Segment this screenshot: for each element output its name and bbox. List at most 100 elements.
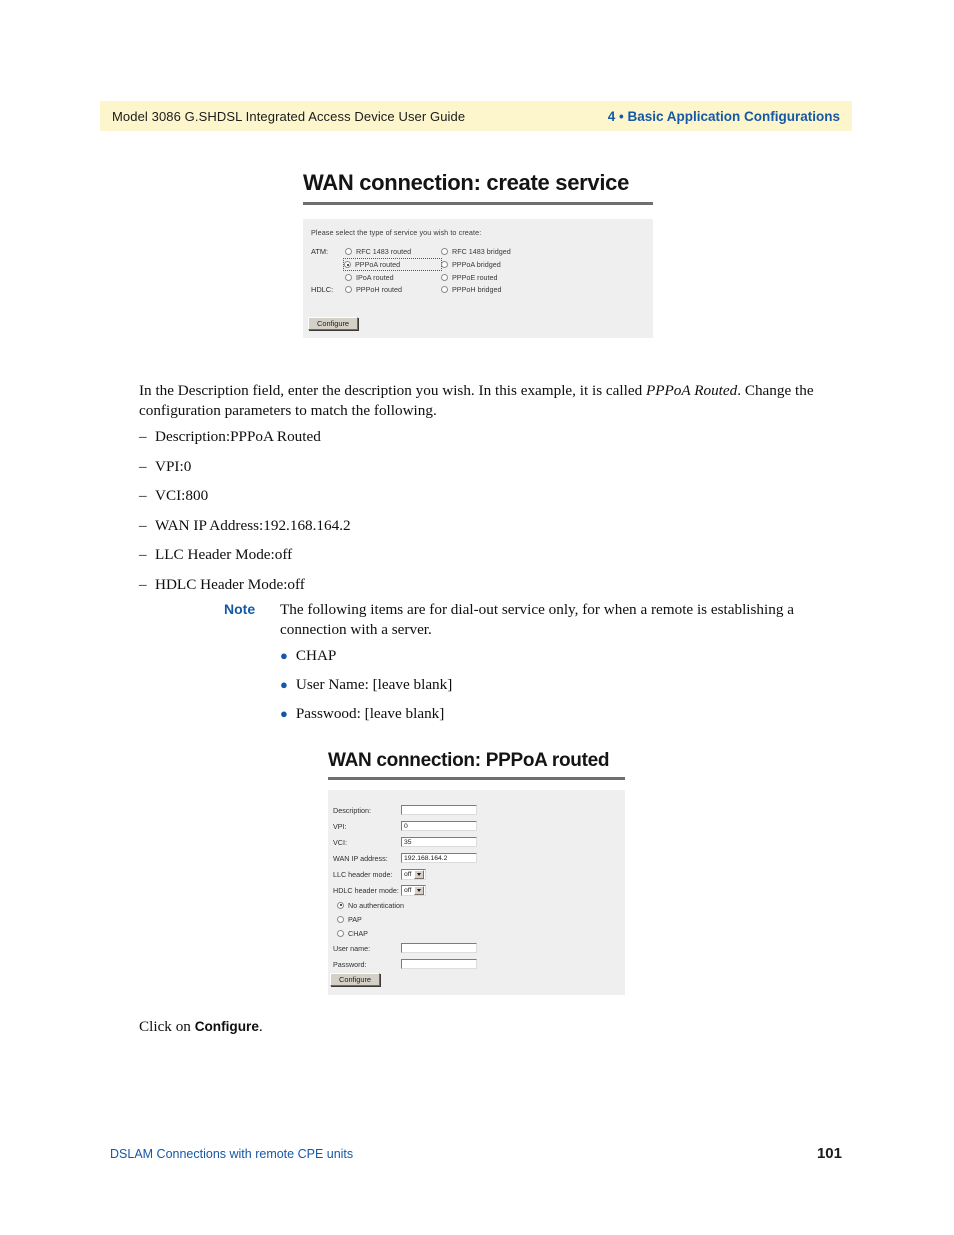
chevron-down-icon[interactable]: [414, 869, 425, 879]
radio-option-rfc1483-bridged[interactable]: RFC 1483 bridged: [441, 247, 537, 256]
figure-wan-pppoa-routed: WAN connection: PPPoA routed Description…: [328, 750, 625, 995]
paragraph-description-instructions: In the Description field, enter the desc…: [139, 381, 819, 420]
radio-label: PPPoH routed: [356, 285, 402, 294]
radio-label: PPPoA routed: [355, 260, 401, 269]
list-item-label: LLC Header Mode:off: [155, 546, 293, 563]
radio-label: PPPoH bridged: [452, 285, 502, 294]
radio-option-pppoh-routed[interactable]: PPPoH routed: [345, 285, 441, 294]
configure-button[interactable]: Configure: [330, 973, 381, 987]
radio-option-pap[interactable]: PAP: [333, 912, 625, 926]
radio-option-chap[interactable]: CHAP: [333, 926, 625, 940]
paragraph-click-configure: Click on Configure.: [139, 1017, 539, 1037]
figure-title-pppoa-routed: WAN connection: PPPoA routed: [328, 750, 610, 771]
form-row-description: Description:: [333, 802, 625, 818]
radio-icon[interactable]: [337, 901, 344, 909]
dash-marker: –: [139, 516, 147, 534]
configure-button[interactable]: Configure: [308, 317, 359, 331]
footer-page-number: 101: [816, 1145, 842, 1162]
radio-option-ipoa-routed[interactable]: IPoA routed: [345, 273, 441, 282]
field-label-description: Description:: [333, 805, 371, 815]
note-bullet-label: Passwood: [leave blank]: [295, 705, 445, 722]
radio-label: PAP: [348, 914, 362, 924]
note-bullet-list: ● CHAP ● User Name: [leave blank] ● Pass…: [224, 647, 814, 723]
radio-option-no-authentication[interactable]: No authentication: [333, 898, 625, 912]
footer-section-title: DSLAM Connections with remote CPE units: [110, 1147, 354, 1161]
radio-icon[interactable]: [441, 261, 448, 268]
radio-icon[interactable]: [345, 248, 352, 255]
click-text-bold: Configure: [194, 1019, 259, 1034]
dash-marker: –: [139, 546, 147, 563]
note-bullet-label: CHAP: [295, 647, 337, 664]
radio-option-pppoe-routed[interactable]: PPPoE routed: [441, 273, 537, 282]
create-service-button-wrap: Configure: [308, 313, 359, 331]
vpi-input[interactable]: 0: [401, 821, 477, 831]
radio-icon[interactable]: [344, 261, 351, 268]
page-footer: DSLAM Connections with remote CPE units …: [110, 1145, 842, 1162]
llc-header-mode-select[interactable]: off: [401, 868, 427, 880]
radio-option-pppoa-routed[interactable]: PPPoA routed: [343, 258, 442, 271]
note-callout: Note The following items are for dial-ou…: [224, 600, 814, 734]
note-bullet-item: ● User Name: [leave blank]: [280, 676, 814, 694]
figure-title-create-service: WAN connection: create service: [303, 170, 630, 195]
note-body-text: The following items are for dial-out ser…: [280, 601, 794, 638]
radio-label: PPPoA bridged: [452, 260, 501, 269]
field-label-password: Password:: [333, 959, 367, 969]
para-intro-emphasis: PPPoA Routed: [645, 382, 738, 399]
radio-label: IPoA routed: [356, 273, 394, 282]
field-label-hdlc-header-mode: HDLC header mode:: [333, 885, 399, 895]
list-item-label: HDLC Header Mode:off: [155, 575, 305, 593]
radio-icon[interactable]: [337, 929, 344, 937]
figure-wan-create-service: WAN connection: create service Please se…: [303, 170, 653, 338]
list-item: – VPI:0: [139, 458, 799, 476]
radio-icon[interactable]: [345, 286, 352, 293]
form-row-vpi: VPI: 0: [333, 818, 625, 834]
password-input[interactable]: [401, 959, 477, 969]
configuration-parameter-list: – Description:PPPoA Routed – VPI:0 – VCI:80…: [139, 428, 799, 605]
form-row-wan-ip: WAN IP address: 192.168.164.2: [333, 850, 625, 866]
form-row-vci: VCI: 35: [333, 834, 625, 850]
radio-icon[interactable]: [441, 248, 448, 255]
select-value: off: [404, 886, 412, 894]
radio-icon[interactable]: [345, 274, 352, 281]
list-item: – LLC Header Mode:off: [139, 546, 799, 564]
list-item-label: WAN IP Address:192.168.164.2: [155, 516, 351, 534]
radio-icon[interactable]: [441, 286, 448, 293]
radio-label: No authentication: [348, 900, 404, 910]
radio-icon[interactable]: [337, 915, 344, 923]
list-item-label: VCI:800: [155, 487, 209, 504]
radio-label: RFC 1483 routed: [356, 247, 412, 256]
wan-ip-address-input[interactable]: 192.168.164.2: [401, 853, 477, 863]
vci-input[interactable]: 35: [401, 837, 477, 847]
dash-marker: –: [139, 428, 147, 445]
user-name-input[interactable]: [401, 943, 477, 953]
radio-option-pppoa-bridged[interactable]: PPPoA bridged: [441, 260, 537, 269]
protocol-label-atm: ATM:: [311, 247, 329, 256]
chevron-down-icon[interactable]: [414, 885, 425, 895]
para-intro-before: In the Description field, enter the desc…: [139, 382, 646, 399]
create-service-instruction: Please select the type of service you wi…: [311, 228, 482, 237]
field-label-user-name: User name:: [333, 943, 371, 953]
field-label-llc-header-mode: LLC header mode:: [333, 869, 393, 879]
form-row-user-name: User name:: [333, 940, 625, 956]
radio-label: RFC 1483 bridged: [452, 247, 511, 256]
dash-marker: –: [139, 487, 147, 504]
page-running-header: Model 3086 G.SHDSL Integrated Access Dev…: [100, 101, 852, 131]
create-service-panel: Please select the type of service you wi…: [303, 219, 653, 338]
select-value: off: [404, 870, 412, 878]
hdlc-header-mode-select[interactable]: off: [401, 884, 427, 896]
radio-option-pppoh-bridged[interactable]: PPPoH bridged: [441, 285, 537, 294]
radio-icon[interactable]: [441, 274, 448, 281]
note-header-row: Note The following items are for dial-ou…: [224, 600, 814, 639]
list-item: – HDLC Header Mode:off: [139, 576, 799, 594]
description-input[interactable]: [401, 805, 477, 815]
protocol-label-hdlc: HDLC:: [311, 285, 334, 294]
form-row-hdlc-header-mode: HDLC header mode: off: [333, 882, 625, 898]
click-text-before: Click on: [139, 1018, 195, 1035]
bullet-dot-icon: ●: [280, 706, 288, 721]
radio-option-rfc1483-routed[interactable]: RFC 1483 routed: [345, 247, 441, 256]
click-text-after: .: [258, 1018, 263, 1035]
bullet-dot-icon: ●: [280, 677, 288, 692]
bullet-dot-icon: ●: [280, 648, 288, 663]
dash-marker: –: [139, 457, 147, 475]
radio-label: PPPoE routed: [452, 273, 498, 282]
